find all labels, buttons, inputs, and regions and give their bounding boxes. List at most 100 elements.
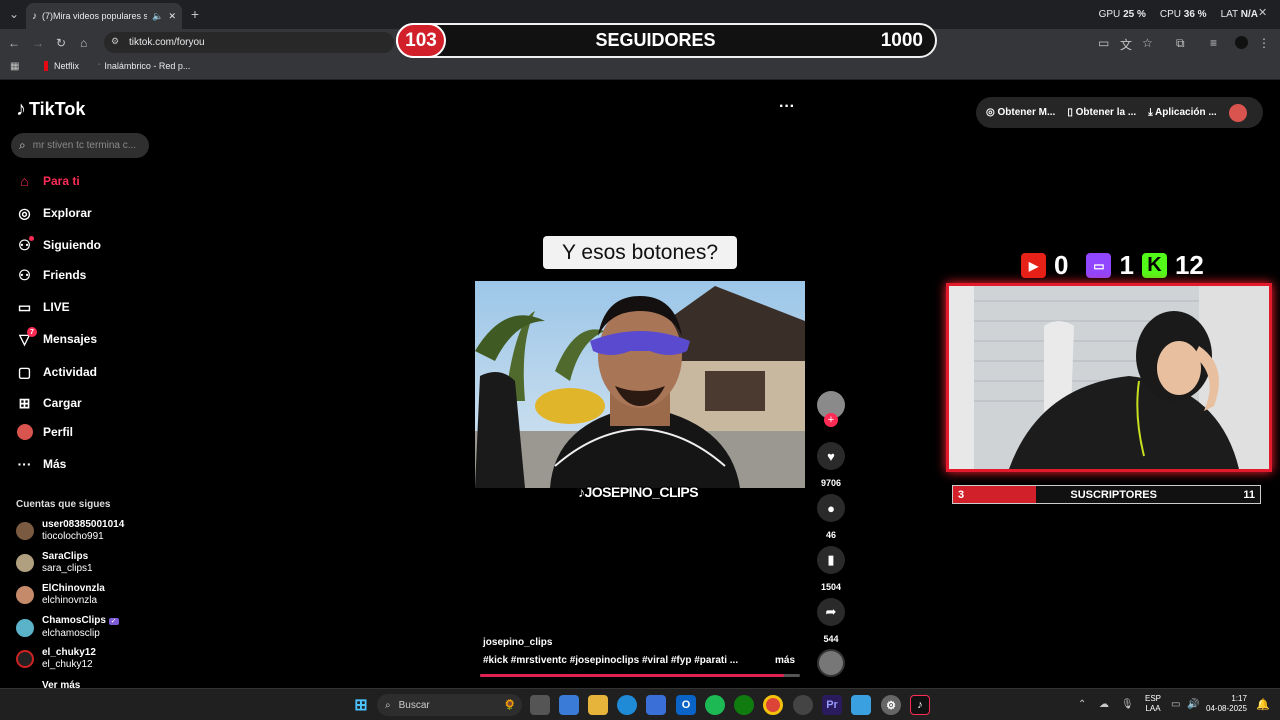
followed-account[interactable]: ElChinovnzla elchinovnzla xyxy=(16,583,105,607)
share-icon: ➦ xyxy=(817,598,845,626)
share-button[interactable]: ➦ 544 xyxy=(817,598,845,644)
user-avatar[interactable] xyxy=(1228,103,1247,122)
reload-icon[interactable]: ↻ xyxy=(56,36,66,50)
followed-account[interactable]: user08385001014 tiocolocho991 xyxy=(16,519,124,543)
bookmark-star-icon[interactable]: ☆ xyxy=(1142,36,1153,50)
avatar xyxy=(16,554,34,572)
media-icon[interactable]: ≡ xyxy=(1210,36,1217,50)
xbox-icon[interactable] xyxy=(734,695,754,715)
window-close-icon[interactable]: ✕ xyxy=(1258,6,1267,19)
volume-icon[interactable]: 🔊 xyxy=(1187,699,1199,710)
chrome-icon[interactable] xyxy=(763,695,783,715)
account-handle: el_chuky12 xyxy=(42,659,93,670)
site-info-icon[interactable]: ⚙ xyxy=(111,36,119,47)
get-coins-button[interactable]: ◎ Obtener M... xyxy=(986,107,1055,118)
notifications-icon[interactable]: 🔔 xyxy=(1256,698,1270,711)
sidebar-item-perfil[interactable]: Perfil xyxy=(16,423,73,441)
extensions-icon[interactable]: ⧉ xyxy=(1176,36,1185,51)
video-watermark: ♪JOSEPINO_CLIPS xyxy=(578,484,699,500)
translate-icon[interactable]: 文 xyxy=(1120,36,1132,53)
top-actions-bar: ◎ Obtener M... ▯ Obtener la ... ⤓ Aplica… xyxy=(976,97,1263,128)
browser-tab[interactable]: ♪ (7)Mira videos populares s 🔈 ✕ xyxy=(26,3,182,29)
edge-icon[interactable] xyxy=(617,695,637,715)
spotify-icon[interactable] xyxy=(705,695,725,715)
task-view-icon[interactable] xyxy=(530,695,550,715)
profile-avatar[interactable] xyxy=(1235,36,1248,49)
lat-value: N/A xyxy=(1240,9,1258,20)
clock[interactable]: 1:17 04-08-2025 xyxy=(1206,694,1247,714)
apps-grid-icon[interactable]: ▦ xyxy=(10,61,19,72)
followed-account[interactable]: el_chuky12 el_chuky12 xyxy=(16,647,96,671)
home-icon[interactable]: ⌂ xyxy=(80,36,87,50)
nav-label: Mensajes xyxy=(43,332,98,346)
follow-plus-icon[interactable]: + xyxy=(824,413,838,427)
taskbar-search[interactable]: ⌕ Buscar 🌻 xyxy=(377,694,522,716)
speaker-icon[interactable]: 🔈 xyxy=(152,11,163,22)
account-name: ChamosClips xyxy=(42,615,106,626)
nav-label: Más xyxy=(43,457,67,471)
followers-goal-overlay: 103 SEGUIDORES 1000 xyxy=(396,23,937,58)
cast-icon[interactable]: ▭ xyxy=(1098,36,1109,50)
windows-start-icon[interactable]: ⊞ xyxy=(351,695,371,715)
close-tab-icon[interactable]: ✕ xyxy=(168,11,176,22)
account-handle: sara_clips1 xyxy=(42,563,93,574)
address-bar[interactable]: ⚙ tiktok.com/foryou xyxy=(104,32,394,53)
mic-icon[interactable]: 🎙 xyxy=(1121,699,1134,710)
forward-icon[interactable]: → xyxy=(32,36,44,50)
tiktok-app-icon[interactable]: ♪ xyxy=(910,695,930,715)
video-player[interactable] xyxy=(475,281,805,488)
followed-account[interactable]: ChamosClips ✓ elchamosclip xyxy=(16,615,119,640)
bookmark-label: Inalámbrico - Red p... xyxy=(104,61,191,71)
date: 04-08-2025 xyxy=(1206,704,1247,713)
video-hashtags[interactable]: #kick #mrstiventc #josepinoclips #viral … xyxy=(483,655,738,666)
download-app-button[interactable]: ⤓ Aplicación ... xyxy=(1148,107,1217,118)
sidebar-item-mensajes[interactable]: ▽ Mensajes 7 xyxy=(16,327,98,348)
photos-icon[interactable] xyxy=(851,695,871,715)
comment-button[interactable]: ● 46 xyxy=(817,494,845,540)
sidebar-item-mas[interactable]: ··· Más xyxy=(16,455,67,473)
video-options-icon[interactable]: ··· xyxy=(779,98,795,116)
sidebar-item-cargar[interactable]: ⊞ Cargar xyxy=(16,394,82,412)
video-author[interactable]: josepino_clips xyxy=(483,637,552,648)
network-icon[interactable]: ▭ xyxy=(1171,699,1180,710)
sunflower-icon: 🌻 xyxy=(503,699,516,711)
tray-expand-icon[interactable]: ⌃ xyxy=(1078,699,1086,710)
back-icon[interactable]: ← xyxy=(8,36,20,50)
comment-count: 46 xyxy=(825,530,836,540)
new-tab-icon[interactable]: + xyxy=(188,6,202,22)
tab-search-icon[interactable]: ⌄ xyxy=(6,6,22,22)
get-app-button[interactable]: ▯ Obtener la ... xyxy=(1067,107,1136,118)
premiere-icon[interactable]: Pr xyxy=(822,695,842,715)
sidebar-item-para-ti[interactable]: ⌂ Para ti xyxy=(16,172,79,190)
copilot-icon[interactable] xyxy=(559,695,579,715)
followed-account[interactable]: SaraClips sara_clips1 xyxy=(16,551,93,575)
tiktok-favicon-icon: ♪ xyxy=(32,10,37,22)
menu-dots-icon[interactable]: ⋮ xyxy=(1258,36,1270,50)
live-icon: ▭ xyxy=(17,298,32,315)
sidebar-item-live[interactable]: ▭ LIVE xyxy=(16,298,70,316)
outlook-icon[interactable]: O xyxy=(676,695,696,715)
language-indicator[interactable]: ESP LAA xyxy=(1145,694,1161,714)
settings-icon[interactable]: ⚙ xyxy=(881,695,901,715)
logo-text: TikTok xyxy=(29,99,86,119)
video-progress-bar[interactable] xyxy=(480,674,800,677)
sidebar-item-siguiendo[interactable]: ⚇ Siguiendo xyxy=(16,236,101,254)
creator-avatar-button[interactable]: + xyxy=(817,391,845,427)
like-button[interactable]: ♥ 9706 xyxy=(817,442,845,488)
sidebar-item-friends[interactable]: ⚇ Friends xyxy=(16,266,86,284)
bookmarks-bar: ▦ Netflix · Inalámbrico - Red p... xyxy=(0,56,1280,80)
cloud-icon[interactable]: ☁ xyxy=(1099,699,1109,710)
more-description-button[interactable]: más xyxy=(775,655,795,666)
search-input[interactable]: ⌕ mr stiven tc termina c... xyxy=(11,133,149,158)
sidebar-item-actividad[interactable]: ▢ Actividad xyxy=(16,363,97,381)
bookmark-wireless[interactable]: · Inalámbrico - Red p... xyxy=(98,61,190,71)
store-icon[interactable] xyxy=(646,695,666,715)
see-more-link[interactable]: Ver más xyxy=(42,680,80,688)
save-button[interactable]: ▮ 1504 xyxy=(817,546,845,592)
file-explorer-icon[interactable] xyxy=(588,695,608,715)
sound-disc-button[interactable] xyxy=(817,649,845,677)
bookmark-netflix[interactable]: Netflix xyxy=(44,61,79,71)
sidebar-item-explorar[interactable]: ◎ Explorar xyxy=(16,204,91,222)
obs-icon[interactable] xyxy=(793,695,813,715)
tiktok-logo[interactable]: ♪ TikTok xyxy=(16,98,85,121)
